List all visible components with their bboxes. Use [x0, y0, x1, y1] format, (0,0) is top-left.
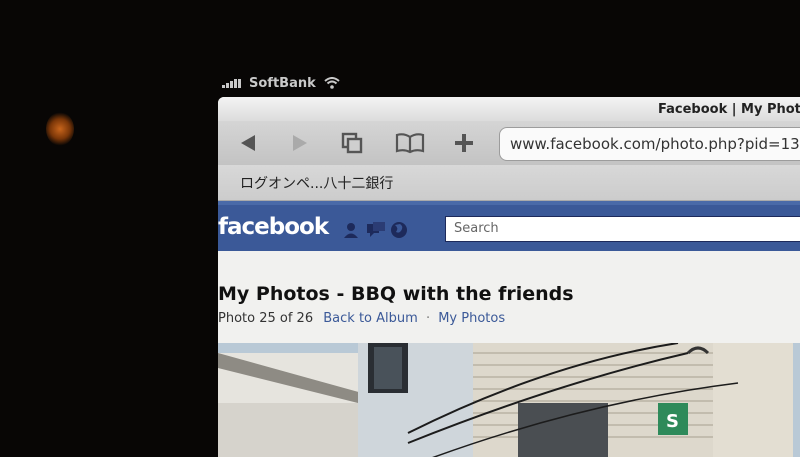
- pages-icon: [341, 132, 363, 154]
- pages-button[interactable]: [334, 127, 370, 159]
- album-title: My Photos - BBQ with the friends: [218, 283, 574, 305]
- status-bar: SoftBank: [222, 73, 340, 93]
- notifications-globe-icon[interactable]: [390, 221, 408, 239]
- browser-toolbar: www.facebook.com/photo.php?pid=13: [218, 121, 800, 165]
- device-screen: Facebook | My Photo www.facebook.com/pho…: [218, 97, 800, 457]
- page-title: Facebook | My Photo: [658, 102, 800, 117]
- wifi-icon: [324, 77, 340, 89]
- search-placeholder: Search: [454, 221, 499, 236]
- photo-scene: S: [218, 343, 800, 457]
- forward-arrow-icon: [293, 135, 307, 151]
- photo-navigation: Photo 25 of 26 Back to Album · My Photos: [218, 311, 505, 326]
- photo-counter: Photo 25 of 26: [218, 311, 314, 326]
- photo-image[interactable]: S: [218, 343, 800, 457]
- add-bookmark-button[interactable]: [446, 127, 482, 159]
- my-photos-link[interactable]: My Photos: [438, 311, 505, 326]
- friend-requests-icon[interactable]: [342, 221, 360, 239]
- signal-strength-icon: [222, 78, 241, 88]
- background-light-glow: [46, 112, 74, 146]
- back-arrow-icon: [241, 135, 255, 151]
- facebook-logo[interactable]: facebook: [218, 214, 329, 240]
- back-button[interactable]: [230, 127, 266, 159]
- browser-title-bar: Facebook | My Photo: [218, 97, 800, 121]
- back-to-album-link[interactable]: Back to Album: [323, 311, 418, 326]
- bookmarks-button[interactable]: [392, 127, 428, 159]
- search-input[interactable]: Search: [445, 216, 800, 242]
- forward-button[interactable]: [282, 127, 318, 159]
- bookmarks-book-icon: [395, 133, 425, 154]
- facebook-header: facebook Search: [218, 201, 800, 251]
- bookmarks-bar: ログオンペ...八十二銀行: [218, 165, 800, 201]
- bookmark-item[interactable]: ログオンペ...八十二銀行: [240, 173, 393, 193]
- messages-icon[interactable]: [366, 221, 385, 239]
- svg-text:S: S: [666, 411, 679, 432]
- carrier-name: SoftBank: [249, 75, 316, 91]
- address-bar[interactable]: www.facebook.com/photo.php?pid=13: [499, 127, 800, 161]
- link-separator: ·: [425, 311, 431, 326]
- add-plus-icon: [455, 134, 473, 152]
